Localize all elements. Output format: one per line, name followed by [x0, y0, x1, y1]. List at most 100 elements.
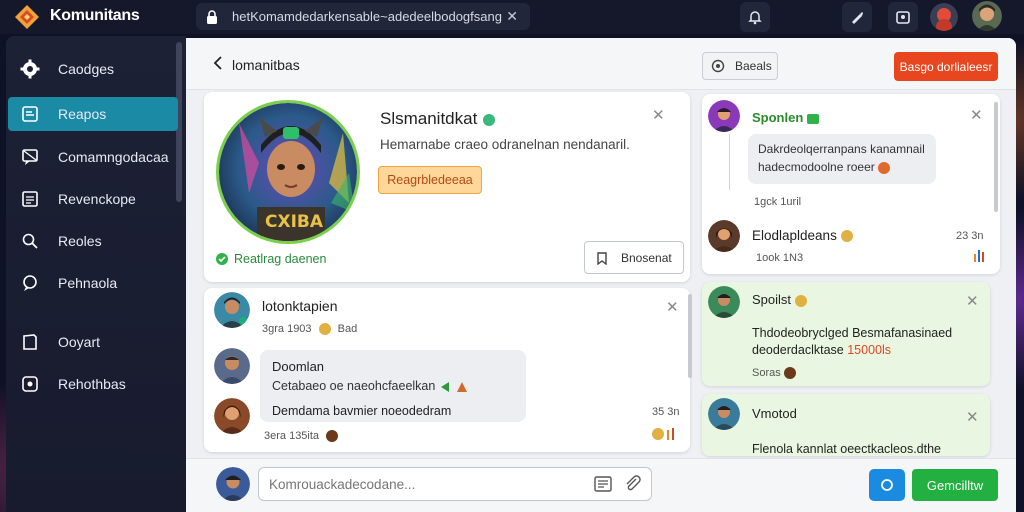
message-text: Dakrdeolqerranpans kanamnail — [758, 142, 925, 156]
back-arrow-icon[interactable] — [212, 56, 224, 70]
activity-row-name-text: Elodlapldeans — [752, 228, 837, 243]
notification-button[interactable] — [740, 2, 770, 32]
highlight-text-line: deoderdaclktase — [752, 343, 844, 357]
secondary-button-label: Baeals — [735, 59, 772, 73]
sidebar-item-pehnaola[interactable]: Pehnaola — [8, 266, 178, 300]
avatar-icon — [708, 220, 740, 252]
close-icon[interactable]: ✕ — [666, 298, 679, 316]
avatar-icon — [708, 286, 740, 318]
avatar-icon — [214, 398, 250, 434]
profile-avatar[interactable]: CXIBA — [216, 100, 360, 244]
activity-scrollbar[interactable] — [994, 102, 998, 212]
avatar-badge-text: CXIBA — [265, 212, 324, 232]
highlight-text: deoderdaclktase 15000ls — [752, 343, 891, 357]
chat-icon — [19, 146, 41, 168]
highlight-card: Vmotod ✕ Flenola kannlat oeectkacleos.dt… — [702, 394, 990, 456]
profile-tag-button[interactable]: Reagrbledeeaa — [378, 166, 482, 194]
thread-line — [729, 134, 730, 190]
sidebar-item-reapos[interactable]: Reapos — [8, 97, 178, 131]
profile-action-button[interactable]: Bnosenat — [584, 241, 684, 274]
sidebar-item-ooyart[interactable]: Ooyart — [8, 325, 178, 359]
close-icon[interactable]: ✕ — [506, 8, 518, 25]
sidebar-item-label: Ooyart — [58, 334, 101, 350]
reaction-icon — [440, 381, 467, 392]
avatar[interactable] — [708, 286, 740, 318]
attachment-icon[interactable] — [624, 475, 642, 493]
emoji-icon — [794, 294, 807, 307]
app-title: Komunitans — [50, 7, 140, 24]
avatar[interactable] — [708, 220, 740, 252]
message-meta: 1gck 1uril — [754, 196, 802, 208]
activity-author-name: Sponlen — [752, 110, 804, 125]
online-status-text: Reatlrag daenen — [234, 252, 327, 266]
highlight-author-name: Spoilst — [752, 292, 792, 307]
close-icon[interactable]: ✕ — [966, 292, 979, 310]
secondary-button[interactable]: Baeals — [702, 52, 778, 80]
user-avatar[interactable] — [972, 1, 1002, 31]
thread-scrollbar[interactable] — [688, 294, 692, 378]
sidebar-item-label: Revenckope — [58, 191, 136, 207]
image-icon[interactable] — [594, 475, 612, 493]
close-icon[interactable]: ✕ — [966, 408, 979, 426]
avatar-icon — [708, 100, 740, 132]
emoji-button[interactable] — [869, 469, 905, 501]
profile-name: Slsmanitdkat — [380, 109, 496, 129]
send-button[interactable]: Gemcilltw — [912, 469, 998, 501]
bell-icon — [748, 11, 762, 25]
avatar-icon — [216, 467, 250, 501]
avatar[interactable] — [708, 100, 740, 132]
online-status: Reatlrag daenen — [216, 252, 326, 266]
sidebar-item-reoles[interactable]: Reoles — [8, 224, 178, 258]
activity-card: Sponlen ✕ Dakrdeolqerranpans kanamnail h… — [702, 94, 1000, 274]
main-panel: lomanitbas Baeals Basgo dorlialeesr CXIB… — [186, 38, 1016, 512]
message-text-line: hadecmodoolne roeer — [758, 160, 875, 174]
avatar[interactable] — [214, 348, 250, 384]
box-icon — [19, 373, 41, 395]
sidebar-item-label: Comamngodacaa — [58, 149, 169, 165]
status-avatar[interactable] — [930, 3, 958, 31]
top-bar: Komunitans hetKomamdedarkensable~adedeel… — [0, 0, 1024, 34]
sidebar-item-label: Caodges — [58, 61, 115, 77]
reaction-bar-icon — [652, 428, 674, 440]
message-meta-text: 3era 135ita — [264, 430, 320, 442]
verified-icon — [483, 113, 496, 126]
sidebar-item-label: Pehnaola — [58, 275, 118, 291]
page-title: lomanitbas — [232, 57, 300, 73]
bookmark-icon — [597, 251, 607, 265]
highlight-meta-text: Soras — [752, 367, 781, 379]
sidebar-item-label: Reoles — [58, 233, 102, 249]
edit-button[interactable] — [842, 2, 872, 32]
message-text: Cetabaeo oe naeohcfaeelkan — [272, 379, 469, 393]
thread-card: lotonktapien 3gra 1903 Bad ✕ Doomlan Cet… — [204, 288, 692, 452]
sidebar-item-revenckope[interactable]: Revenckope — [8, 182, 178, 216]
highlight-author: Spoilst — [752, 292, 807, 307]
avatar[interactable] — [708, 398, 740, 430]
close-icon[interactable]: ✕ — [652, 106, 665, 124]
message-composer: Gemcilltw — [186, 458, 1016, 512]
activity-row-meta: 1ook 1N3 — [756, 252, 804, 264]
sidebar-item-label: Rehothbas — [58, 376, 126, 392]
apps-button[interactable] — [888, 2, 918, 32]
message-input[interactable] — [258, 467, 652, 501]
sidebar-item-comamngodacaa[interactable]: Comamngodacaa — [8, 140, 178, 174]
highlight-text: Thdodeobryclged Besmafanasinaed — [752, 326, 953, 340]
activity-author: Sponlen — [752, 110, 820, 125]
primary-button[interactable]: Basgo dorlialeesr — [894, 52, 998, 81]
highlight-value: 15000ls — [847, 343, 892, 357]
close-icon[interactable]: ✕ — [970, 106, 983, 124]
circle-icon — [881, 479, 893, 491]
avatar[interactable] — [216, 467, 250, 501]
avatar[interactable] — [214, 398, 250, 434]
avatar[interactable] — [214, 292, 250, 328]
avatar-icon — [214, 292, 250, 328]
emoji-icon — [878, 161, 891, 174]
profile-action-label: Bnosenat — [621, 250, 672, 265]
highlight-author: Vmotod — [752, 406, 797, 421]
message-text: hadecmodoolne roeer — [758, 160, 891, 174]
sidebar-item-caodges[interactable]: Caodges — [8, 52, 178, 86]
sidebar-item-rehothbas[interactable]: Rehothbas — [8, 367, 178, 401]
check-icon — [216, 253, 228, 265]
address-bar[interactable]: hetKomamdedarkensable~adedeelbodogfsang … — [196, 3, 530, 30]
emoji-icon — [783, 367, 796, 380]
avatar-icon — [930, 3, 958, 31]
